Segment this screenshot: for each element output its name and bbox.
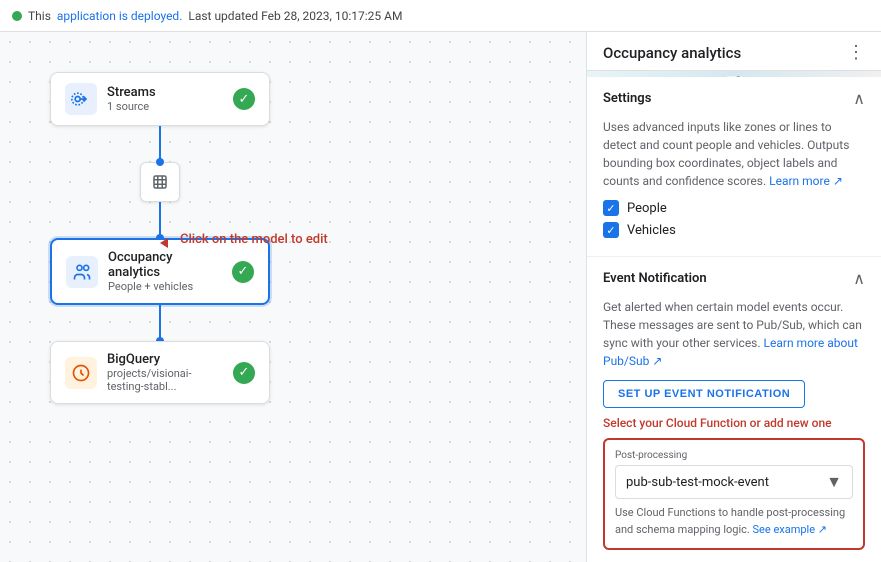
streams-info: Streams 1 source: [107, 85, 223, 113]
post-processing-box: Post-processing pub-sub-test-mock-event …: [603, 438, 865, 550]
processor-node: [140, 162, 180, 202]
bigquery-check: ✓: [233, 362, 255, 384]
dropdown-arrow-icon: ▼: [826, 472, 842, 492]
streams-node[interactable]: Streams 1 source ✓: [50, 72, 270, 126]
occupancy-info: Occupancy analytics People + vehicles: [108, 250, 222, 293]
streams-title: Streams: [107, 85, 223, 100]
streams-check: ✓: [233, 88, 255, 110]
people-label: People: [627, 201, 667, 216]
event-description: Get alerted when certain model events oc…: [603, 298, 865, 370]
event-collapse-icon[interactable]: ∧: [853, 269, 865, 288]
topbar: This application is deployed. Last updat…: [0, 0, 881, 32]
deployed-dot: [12, 11, 22, 21]
settings-header: Settings ∧: [603, 89, 865, 108]
occupancy-subtitle: People + vehicles: [108, 280, 222, 293]
people-checkbox[interactable]: ✓: [603, 200, 619, 216]
connector-1: [159, 126, 161, 162]
panel-title: Occupancy analytics: [603, 44, 741, 62]
settings-title: Settings: [603, 91, 651, 106]
see-example-link[interactable]: See example ↗: [753, 523, 827, 536]
event-title: Event Notification: [603, 271, 707, 286]
bigquery-title: BigQuery: [107, 352, 223, 367]
streams-icon: [65, 83, 97, 115]
canvas-area: Streams 1 source ✓: [0, 32, 586, 562]
right-panel: Occupancy analytics ⋮: [586, 32, 881, 562]
setup-event-notification-button[interactable]: SET UP EVENT NOTIFICATION: [603, 380, 805, 408]
bigquery-icon: [65, 357, 97, 389]
occupancy-node[interactable]: Occupancy analytics People + vehicles ✓: [50, 238, 270, 305]
event-notification-section: Event Notification ∧ Get alerted when ce…: [587, 257, 881, 562]
vehicles-checkbox-row: ✓ Vehicles: [603, 222, 865, 238]
post-processing-description: Use Cloud Functions to handle post-proce…: [615, 505, 853, 538]
settings-section: Settings ∧ Uses advanced inputs like zon…: [587, 77, 881, 257]
occupancy-icon: [66, 256, 98, 288]
occupancy-check: ✓: [232, 261, 254, 283]
click-hint: Click on the model to edit: [180, 232, 328, 247]
more-options-icon[interactable]: ⋮: [847, 44, 865, 62]
main-layout: Streams 1 source ✓: [0, 32, 881, 562]
settings-description: Uses advanced inputs like zones or lines…: [603, 118, 865, 190]
panel-header: Occupancy analytics ⋮: [587, 32, 881, 71]
occupancy-title: Occupancy analytics: [108, 250, 222, 280]
vehicles-label: Vehicles: [627, 223, 676, 238]
event-header: Event Notification ∧: [603, 269, 865, 288]
bigquery-node[interactable]: BigQuery projects/visionai-testing-stabl…: [50, 341, 270, 404]
post-processing-value: pub-sub-test-mock-event: [626, 475, 769, 490]
vehicles-checkbox[interactable]: ✓: [603, 222, 619, 238]
connector-2: [159, 202, 161, 238]
post-processing-select[interactable]: pub-sub-test-mock-event ▼: [615, 465, 853, 499]
learn-more-link[interactable]: Learn more ↗: [769, 174, 843, 188]
select-hint: Select your Cloud Function or add new on…: [603, 416, 865, 430]
people-checkbox-row: ✓ People: [603, 200, 865, 216]
settings-collapse-icon[interactable]: ∧: [853, 89, 865, 108]
post-processing-label: Post-processing: [615, 450, 853, 461]
connector-3: [159, 305, 161, 341]
topbar-text: This: [28, 9, 51, 23]
panel-image: [587, 71, 881, 77]
bigquery-subtitle: projects/visionai-testing-stabl...: [107, 367, 223, 393]
last-updated: Last updated Feb 28, 2023, 10:17:25 AM: [188, 9, 402, 23]
bigquery-info: BigQuery projects/visionai-testing-stabl…: [107, 352, 223, 393]
deployed-link[interactable]: application is deployed.: [57, 9, 182, 23]
streams-subtitle: 1 source: [107, 100, 223, 113]
